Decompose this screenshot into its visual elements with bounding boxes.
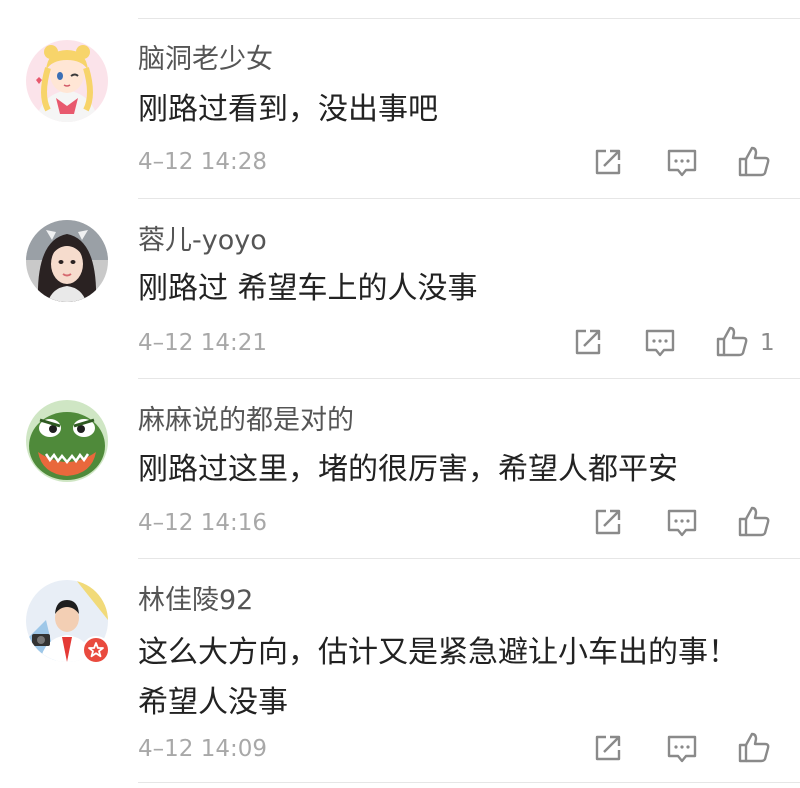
thumbs-up-icon bbox=[716, 326, 748, 357]
share-icon bbox=[595, 509, 621, 535]
reply-button[interactable] bbox=[642, 324, 678, 360]
comment-text: 刚路过 希望车上的人没事 bbox=[138, 271, 478, 306]
like-button[interactable] bbox=[736, 144, 772, 180]
like-button[interactable] bbox=[736, 730, 772, 766]
comment-username[interactable]: 脑洞老少女 bbox=[138, 44, 273, 76]
comment-text: 这么大方向，估计又是紧急避让小车出的事！希望人没事 bbox=[138, 635, 738, 720]
comment-text: 刚路过这里，堵的很厉害，希望人都平安 bbox=[138, 452, 678, 487]
share-button[interactable] bbox=[590, 730, 626, 766]
share-button[interactable] bbox=[570, 324, 606, 360]
like-count: 1 bbox=[760, 330, 775, 356]
top-divider bbox=[138, 18, 800, 19]
comment-time: 4–12 14:28 bbox=[138, 149, 267, 175]
user-avatar[interactable] bbox=[26, 400, 108, 482]
comment-time: 4–12 14:16 bbox=[138, 510, 267, 536]
star-icon bbox=[88, 642, 104, 658]
comment-text: 刚路过看到，没出事吧 bbox=[138, 92, 438, 127]
comment-username[interactable]: 林佳陵92 bbox=[138, 585, 253, 617]
comment-icon bbox=[667, 509, 697, 537]
comment-username[interactable]: 蓉儿-yoyo bbox=[138, 225, 267, 257]
comment-username[interactable]: 麻麻说的都是对的 bbox=[138, 405, 354, 437]
comment-icon bbox=[667, 149, 697, 177]
share-icon bbox=[575, 329, 601, 355]
green-frog-avatar bbox=[26, 400, 108, 482]
verified-badge-icon bbox=[82, 636, 110, 664]
like-button[interactable] bbox=[736, 504, 772, 540]
comment-divider bbox=[138, 378, 800, 379]
thumbs-up-icon bbox=[738, 506, 770, 537]
reply-button[interactable] bbox=[664, 504, 700, 540]
comment-icon bbox=[645, 329, 675, 357]
reply-button[interactable] bbox=[664, 730, 700, 766]
bottom-divider bbox=[138, 782, 800, 783]
user-avatar[interactable] bbox=[26, 40, 108, 122]
comment-time: 4–12 14:21 bbox=[138, 330, 267, 356]
share-button[interactable] bbox=[590, 504, 626, 540]
share-icon bbox=[595, 735, 621, 761]
user-avatar[interactable] bbox=[26, 220, 108, 302]
share-icon bbox=[595, 149, 621, 175]
like-button[interactable] bbox=[714, 324, 750, 360]
thumbs-up-icon bbox=[738, 732, 770, 763]
comment-divider bbox=[138, 198, 800, 199]
thumbs-up-icon bbox=[738, 146, 770, 177]
comment-time: 4–12 14:09 bbox=[138, 736, 267, 762]
comment-icon bbox=[667, 735, 697, 763]
woman-selfie-avatar bbox=[26, 220, 108, 302]
share-button[interactable] bbox=[590, 144, 626, 180]
anime-girl-avatar bbox=[26, 40, 108, 122]
reply-button[interactable] bbox=[664, 144, 700, 180]
comment-divider bbox=[138, 558, 800, 559]
